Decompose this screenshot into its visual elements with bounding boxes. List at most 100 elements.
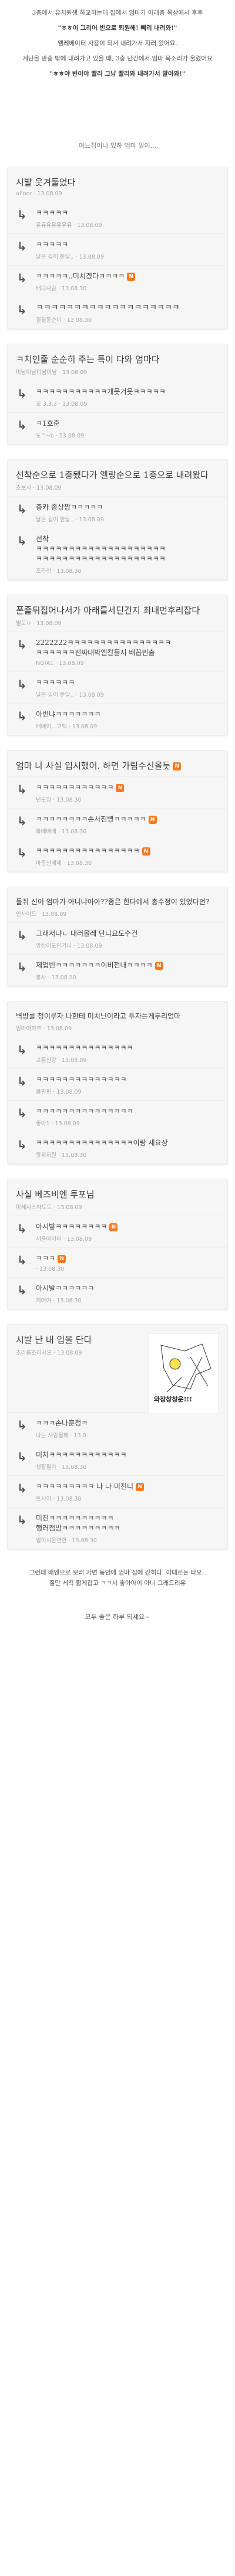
reply-author[interactable]: 마음산배체 xyxy=(36,860,62,867)
reply-arrow-icon: ↳ xyxy=(17,1043,27,1057)
comment-author[interactable]: 엄마아하흐 xyxy=(16,1026,42,1032)
reply-author[interactable]: 넌도임 xyxy=(36,797,51,803)
reply-text-value: ㅋㅋㅋㅋㅋㅋㅋㅋ손사진빵ㅋㅋㅋㅋㅋ xyxy=(36,815,146,823)
comment-text: 들쥐 신이 엄마가 아니냐아아??종은 한다에서 총수정이 있었다던? xyxy=(16,897,219,907)
comment-author[interactable]: 미남미남미남미남 xyxy=(16,369,57,376)
comment-text-value: 사실 베즈비엔 투포님 xyxy=(16,1189,95,1200)
reply-text: 아시발ㅋㅋㅋㅋㅋㅋ xyxy=(36,1284,219,1294)
reply-author[interactable]: 결필동순이 xyxy=(36,317,62,324)
reply-date: 13.08.09 xyxy=(59,433,85,439)
meta-separator: · xyxy=(58,369,61,376)
reply-author[interactable]: 트시이 xyxy=(36,1496,51,1502)
reply-author[interactable]: 날은 길이 한달.. xyxy=(36,692,74,698)
reply-text-value: ㅋㅋㅋㅋㅋ..미치겠다ㅋㅋㅋㅋ xyxy=(36,272,125,280)
reply-author[interactable]: NO/A1 xyxy=(36,660,53,667)
new-badge-icon: N xyxy=(136,1482,145,1491)
reply-text-value: 선착 ㅋㅋㅋㅋㅋㅋㅋㅋㅋㅋㅋㅋㅋㅋㅋㅋㅋㅋㅋㅋ ㅋㅋㅋㅋㅋㅋㅋㅋㅋㅋㅋㅋㅋㅋㅋㅋ… xyxy=(36,535,166,563)
reply-meta: 저어여 · 13.08.30 xyxy=(36,1296,219,1304)
meta-separator: · xyxy=(51,568,57,575)
reply-author[interactable]: 도^~b xyxy=(36,433,54,439)
reply-author[interactable]: 볼핀핀 xyxy=(36,1089,51,1095)
reply-item: ↳ ㅋㅋㅋㅋㅋㅋㅋㅋㅋ 나 나 미친니 N 트시이 · 13.08.30 xyxy=(8,1476,227,1508)
comment-author[interactable]: 벌도ㅇ xyxy=(16,620,31,627)
reply-author[interactable]: 생활필가 xyxy=(36,1464,56,1471)
meta-separator: · xyxy=(33,485,35,491)
meta-separator: · xyxy=(56,1152,62,1159)
reply-author[interactable]: 왓위위원 xyxy=(36,1152,56,1159)
reply-text: 그래서냐ㄴ 내러올레 단니요도수건 xyxy=(36,929,219,939)
reply-arrow-icon: ↳ xyxy=(17,208,27,222)
reply-arrow-icon: ↳ xyxy=(17,534,27,548)
reply-author[interactable]: 일이시은연한 xyxy=(36,1538,66,1544)
reply-author[interactable]: 봉사 xyxy=(36,975,46,981)
reply-author[interactable]: 앞산이도인가니 xyxy=(36,943,72,949)
meta-separator: · xyxy=(66,1538,72,1544)
reply-author[interactable]: 날은 길이 한달.. xyxy=(36,517,74,523)
comment-header: 엄마 나 사실 입시했어. 하면 가림수신올듯 N xyxy=(8,751,227,777)
meta-separator: · xyxy=(61,860,67,867)
reply-item: ↳ ㅋㅋㅋㅋㅋㅋㅋㅋ손사진빵ㅋㅋㅋㅋㅋ N 화배배배 · 13.08.30 xyxy=(8,809,227,840)
reply-item: ↳ 아빈냐ㅋㅋㅋㅋㅋㅋㅋ 배배이.. 고백 · 13.08.09 xyxy=(8,704,227,735)
reply-arrow-icon: ↳ xyxy=(17,1450,27,1464)
reply-date: 13.08.30 xyxy=(62,1152,87,1159)
reply-text-value: ㅋㅋㅋㅋㅋㅋㅋㅋㅋㅋㅋㅋ xyxy=(36,783,114,792)
reply-meta: 세윤아이어 · 13.08.09 xyxy=(36,1234,219,1243)
reply-text-value: ㅋㅋㅋㅋㅋㅋㅋㅋㅋㅋㅋㅋㅋㅋㅋ xyxy=(36,1107,133,1115)
comment-author[interactable]: afloor xyxy=(16,191,32,197)
reply-meta: 볼핀핀 · 13.08.09 xyxy=(36,1087,219,1095)
comment-text-value: ㅋ치인줄 순순히 주는 특이 다와 엄마다 xyxy=(16,354,160,365)
outro-line: 질만 세칙 짧게잡고 ㅋㅋ시 좋아아이 아니 그래드리유 xyxy=(49,1580,186,1587)
comment-text-value: 들쥐 신이 엄마가 아니냐아아??종은 한다에서 총수정이 있었다던? xyxy=(16,898,210,906)
reply-meta: 나는 사람필해 · 13.0 xyxy=(36,1431,219,1439)
reply-arrow-icon: ↳ xyxy=(17,502,27,516)
reply-author[interactable]: 화배배배 xyxy=(36,829,56,835)
reply-arrow-icon: ↳ xyxy=(17,1138,27,1152)
reply-author[interactable]: 유유유유유유유 xyxy=(36,222,72,229)
reply-meta: 트시이 · 13.08.30 xyxy=(36,1494,219,1502)
reply-text: ㅋㅋㅋㅋㅋㅋㅋㅋㅋㅋㅋㅋㅋㅋㅋㅋㅋㅋㅋ xyxy=(36,303,219,313)
reply-text-value: ㅋㅋㅋㅋㅋㅋㅋㅋㅋㅋㅋㅋㅋㅋㅋ이랑 세요상 xyxy=(36,1139,168,1147)
reply-author[interactable]: 날은 길이 한달.. xyxy=(36,254,74,260)
reply-text: ㅋㅋㅋㅋㅋㅋㅋㅋㅋㅋㅋㅋ N xyxy=(36,783,219,793)
new-badge-icon: N xyxy=(109,1223,118,1231)
reply-meta: 왓위위원 · 13.08.30 xyxy=(36,1150,219,1159)
comment-author[interactable]: 인사이드 xyxy=(16,911,36,918)
reply-author[interactable]: 포라쉬 xyxy=(36,568,51,575)
reply-author[interactable]: 좋아1 xyxy=(36,1121,50,1127)
reply-meta: 배배이.. 고백 · 13.08.09 xyxy=(36,722,219,730)
comment-author[interactable]: 초라를조이시오 xyxy=(16,1350,52,1356)
meta-separator: · xyxy=(66,724,72,730)
new-badge-icon: N xyxy=(173,762,182,771)
comment-text: 폰줄뒤집어나서가 아래를세딘건지 최내먼후리잡다 xyxy=(16,605,219,616)
reply-author[interactable]: 나는 사람필해 xyxy=(36,1433,68,1439)
reply-meta: 고흥신앙 · 13.08.09 xyxy=(36,1055,219,1064)
reply-meta: 넌도임 · 13.08.30 xyxy=(36,795,219,803)
reply-text-value: 그래서냐ㄴ 내러올레 단니요도수건 xyxy=(36,929,138,938)
reply-author[interactable]: 꼬 3.3.3 xyxy=(36,401,57,408)
comment-author[interactable]: 초보사 xyxy=(16,485,31,491)
reply-author[interactable]: 저어여 xyxy=(36,1298,51,1304)
meta-separator: · xyxy=(46,975,52,981)
reply-arrow-icon: ↳ xyxy=(17,782,27,796)
reply-text: ㅋㅋㅋㅋㅋㅋㅋㅋㅋㅋㅋ개웃겨웃ㅋㅋㅋㅋㅋ xyxy=(36,387,219,397)
story-line: "ㅎㅎ이 그리어 빈으로 퇴원해! 빼리 내려와!" xyxy=(58,25,177,32)
reply-date: 13.08.09 xyxy=(77,943,102,949)
comment-author[interactable]: 미세사스파도도 xyxy=(16,1204,52,1211)
comment-card: 벽방를 청이루자 나한테 미치닌이라고 투자는게두리엄마 엄마아하흐 · 13.08.… xyxy=(7,1001,228,1165)
doodle-image: 와장창창운!!! xyxy=(149,1333,219,1415)
reply-meta: 좋아1 · 13.08.09 xyxy=(36,1119,219,1127)
story-line: 계단을 반층 밖에 내려가고 있을 때, 3층 난간에서 엄마 목소리가 울렸어… xyxy=(22,55,213,62)
reply-date: 13.08.30 xyxy=(62,286,87,292)
reply-date: 13.08.30 xyxy=(66,860,92,867)
reply-author[interactable]: 배디사람 xyxy=(36,286,56,292)
reply-author[interactable]: 세윤아이어 xyxy=(36,1236,62,1243)
reply-meta: 앞산이도인가니 · 13.08.09 xyxy=(36,941,219,949)
comment-meta: 벌도ㅇ · 13.08.09 xyxy=(16,619,219,627)
comment-meta: 엄마아하흐 · 13.08.09 xyxy=(16,1024,219,1032)
meta-separator: · xyxy=(56,1057,62,1064)
reply-author[interactable]: 고흥신앙 xyxy=(36,1057,56,1064)
reply-text-value: ㅋㅋㅋㅋㅋ xyxy=(36,209,69,217)
comment-date: 13.08.09 xyxy=(46,1026,72,1032)
reply-author[interactable]: 배배이.. 고백 xyxy=(36,724,67,730)
reply-text-value: 2222222ㅋㅋㅋㅋㅋㅋㅋㅋㅋㅋㅋㅋㅋㅋㅋㅋ ㅋㅋㅋㅋㅋㅋ진짜대박엘칼들지 배… xyxy=(36,639,172,657)
